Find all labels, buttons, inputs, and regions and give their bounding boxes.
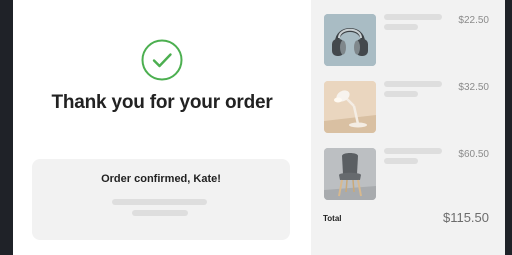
total-label: Total <box>323 214 342 223</box>
page-title: Thank you for your order <box>51 92 273 113</box>
order-confirmation-window: Thank you for your order Order confirmed… <box>13 0 505 255</box>
placeholder-line <box>384 158 418 164</box>
order-item: $60.50 <box>311 148 505 202</box>
headphones-image <box>324 14 376 66</box>
confirmation-panel: Thank you for your order Order confirmed… <box>13 0 311 255</box>
placeholder-line <box>384 91 418 97</box>
confirmation-message: Order confirmed, Kate! <box>101 173 221 185</box>
chair-image <box>324 148 376 200</box>
placeholder-line <box>384 14 442 20</box>
confirmation-card: Order confirmed, Kate! <box>32 159 290 240</box>
order-summary-panel: $22.50 $32.50 $60.50 Total $115.50 <box>311 0 505 255</box>
placeholder-line <box>384 24 418 30</box>
order-item: $32.50 <box>311 81 505 135</box>
placeholder-line <box>384 81 442 87</box>
item-price: $32.50 <box>458 82 489 93</box>
item-price: $22.50 <box>458 15 489 26</box>
order-item: $22.50 <box>311 14 505 68</box>
placeholder-line <box>384 148 442 154</box>
placeholder-line <box>112 199 207 205</box>
total-value: $115.50 <box>442 210 489 225</box>
desk-lamp-image <box>324 81 376 133</box>
check-circle-icon <box>141 39 183 81</box>
placeholder-line <box>132 210 188 216</box>
item-price: $60.50 <box>458 149 489 160</box>
